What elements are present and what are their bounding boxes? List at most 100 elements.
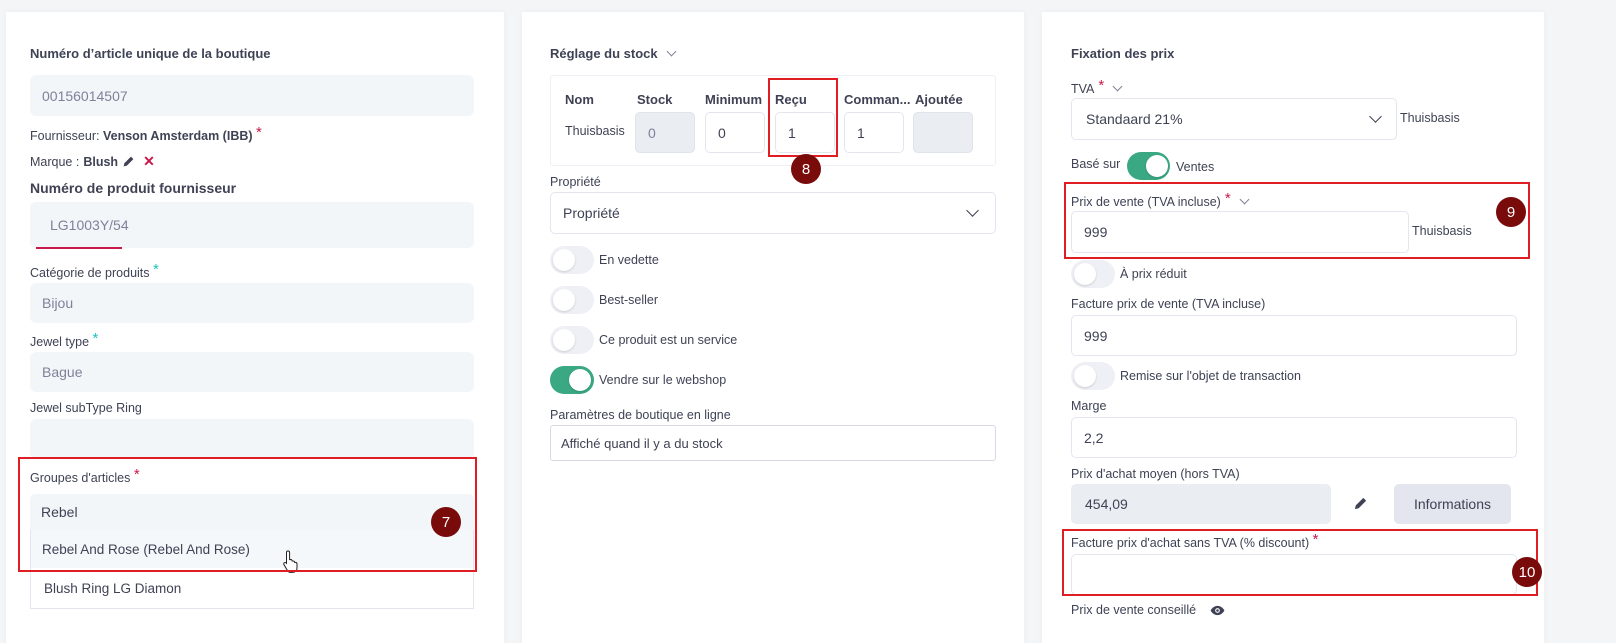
pricing-title: Fixation des prix (1071, 46, 1175, 61)
jewel-type-value: Bague (42, 364, 83, 380)
service-toggle[interactable] (550, 326, 594, 354)
jewel-subtype-label: Jewel subType Ring (30, 401, 142, 415)
required-marker: * (92, 330, 99, 347)
step-badge-10: 10 (1512, 557, 1542, 587)
chevron-down-icon (666, 46, 677, 57)
avg-purchase-price-field: 454,09 (1071, 484, 1331, 524)
avg-purchase-price-label: Prix d'achat moyen (hors TVA) (1071, 467, 1240, 481)
toggle-knob (553, 329, 575, 351)
required-marker: * (1098, 77, 1105, 94)
brand-row: Marque : Blush ✕ (30, 153, 155, 170)
ordered-cell[interactable]: 1 (844, 112, 904, 153)
recommended-price-label: Prix de vente conseillé (1071, 603, 1197, 617)
property-label: Propriété (550, 175, 601, 189)
margin-input[interactable]: 2,2 (1071, 417, 1517, 458)
supplier-value: Venson Amsterdam (IBB) (102, 129, 253, 143)
tva-select[interactable]: Standaard 21% (1071, 98, 1397, 140)
property-select-value: Propriété (563, 205, 620, 221)
shop-article-number-title: Numéro d’article unique de la boutique (30, 46, 271, 61)
category-label: Catégorie de produits (30, 266, 150, 280)
minimum-cell[interactable]: 0 (705, 112, 765, 153)
table-header-minimum: Minimum (705, 92, 763, 107)
bestseller-toggle[interactable] (550, 286, 594, 314)
toggle-knob (1074, 365, 1096, 387)
minimum-value: 0 (718, 124, 726, 141)
featured-toggle[interactable] (550, 246, 594, 274)
online-settings-value: Affiché quand il y a du stock (561, 435, 723, 451)
step-badge-7: 7 (431, 507, 461, 537)
based-on-toggle[interactable] (1127, 152, 1170, 180)
supplier-product-number-title: Numéro de produit fournisseur (30, 180, 237, 196)
webshop-label: Vendre sur le webshop (599, 373, 727, 387)
eye-icon[interactable] (1210, 605, 1225, 616)
chevron-down-icon (966, 204, 979, 217)
highlight-box-10 (1062, 529, 1538, 596)
jewel-type-field[interactable]: Bague (30, 352, 474, 392)
jewel-subtype-field[interactable] (30, 419, 474, 459)
table-row-location: Thuisbasis (565, 124, 625, 138)
featured-label: En vedette (599, 253, 659, 267)
based-on-label: Basé sur (1071, 157, 1121, 171)
reduced-price-toggle[interactable] (1071, 260, 1115, 288)
remove-x-icon[interactable]: ✕ (143, 153, 155, 170)
table-header-name: Nom (565, 92, 594, 107)
margin-value: 2,2 (1084, 429, 1104, 446)
stock-settings-title: Réglage du stock (550, 46, 658, 61)
invoice-sale-price-input[interactable]: 999 (1071, 315, 1517, 356)
bestseller-label: Best-seller (599, 293, 659, 307)
highlight-box-7 (18, 457, 477, 572)
step-badge-8: 8 (791, 154, 821, 184)
online-settings-label: Paramètres de boutique en ligne (550, 408, 731, 422)
stock-settings-header[interactable]: Réglage du stock (550, 46, 677, 61)
toggle-knob (553, 289, 575, 311)
avg-purchase-price-value: 454,09 (1085, 496, 1128, 512)
invoice-sale-price-label: Facture prix de vente (TVA incluse) (1071, 297, 1266, 311)
supplier-label: Fournisseur: (30, 129, 100, 143)
supplier-product-number-field[interactable]: LG1003Y/54 (30, 202, 474, 248)
added-cell (913, 112, 973, 153)
toggle-knob (569, 369, 591, 391)
category-value: Bijou (42, 295, 74, 311)
brand-label: Marque : (30, 154, 80, 169)
reduced-price-label: À prix réduit (1120, 267, 1187, 281)
jewel-type-label-row: Jewel type * (30, 330, 99, 350)
highlight-box-8 (768, 78, 838, 157)
online-settings-select[interactable]: Affiché quand il y a du stock (550, 425, 996, 461)
transaction-discount-toggle[interactable] (1071, 362, 1115, 390)
transaction-discount-label: Remise sur l'objet de transaction (1120, 369, 1301, 383)
ordered-value: 1 (857, 124, 865, 141)
edit-pencil-icon[interactable] (1353, 496, 1368, 514)
chevron-down-icon (1112, 81, 1123, 92)
stock-cell: 0 (635, 112, 695, 153)
supplier-row: Fournisseur: Venson Amsterdam (IBB) * (30, 124, 262, 144)
dropdown-option[interactable]: Blush Ring LG Diamon (31, 568, 473, 608)
webshop-toggle[interactable] (550, 366, 594, 394)
margin-label: Marge (1071, 399, 1107, 413)
invoice-sale-price-value: 999 (1084, 327, 1108, 344)
stock-value: 0 (648, 124, 656, 141)
tva-label-row[interactable]: TVA * (1071, 77, 1123, 97)
toggle-knob (1074, 263, 1096, 285)
toggle-knob (553, 249, 575, 271)
based-on-value: Ventes (1176, 160, 1215, 174)
table-header-added: Ajoutée (915, 92, 963, 107)
required-marker: * (256, 124, 262, 141)
table-header-ordered: Comman... (844, 92, 911, 107)
toggle-knob (1146, 155, 1168, 177)
supplier-product-number-value: LG1003Y/54 (50, 217, 129, 233)
field-focus-underline (36, 247, 122, 249)
jewel-type-label: Jewel type (30, 335, 90, 349)
required-marker: * (153, 261, 159, 278)
edit-pencil-icon[interactable] (122, 155, 135, 168)
table-header-stock: Stock (637, 92, 673, 107)
recommended-price-row: Prix de vente conseillé (1071, 603, 1225, 617)
chevron-down-icon (1369, 110, 1382, 123)
shop-article-number-field: 00156014507 (30, 75, 474, 116)
informations-button[interactable]: Informations (1394, 484, 1511, 524)
brand-value: Blush (83, 154, 119, 169)
tva-select-value: Standaard 21% (1086, 111, 1183, 127)
highlight-box-9 (1064, 182, 1530, 259)
step-badge-9: 9 (1496, 197, 1526, 227)
property-select[interactable]: Propriété (550, 192, 996, 234)
category-field[interactable]: Bijou (30, 283, 474, 323)
